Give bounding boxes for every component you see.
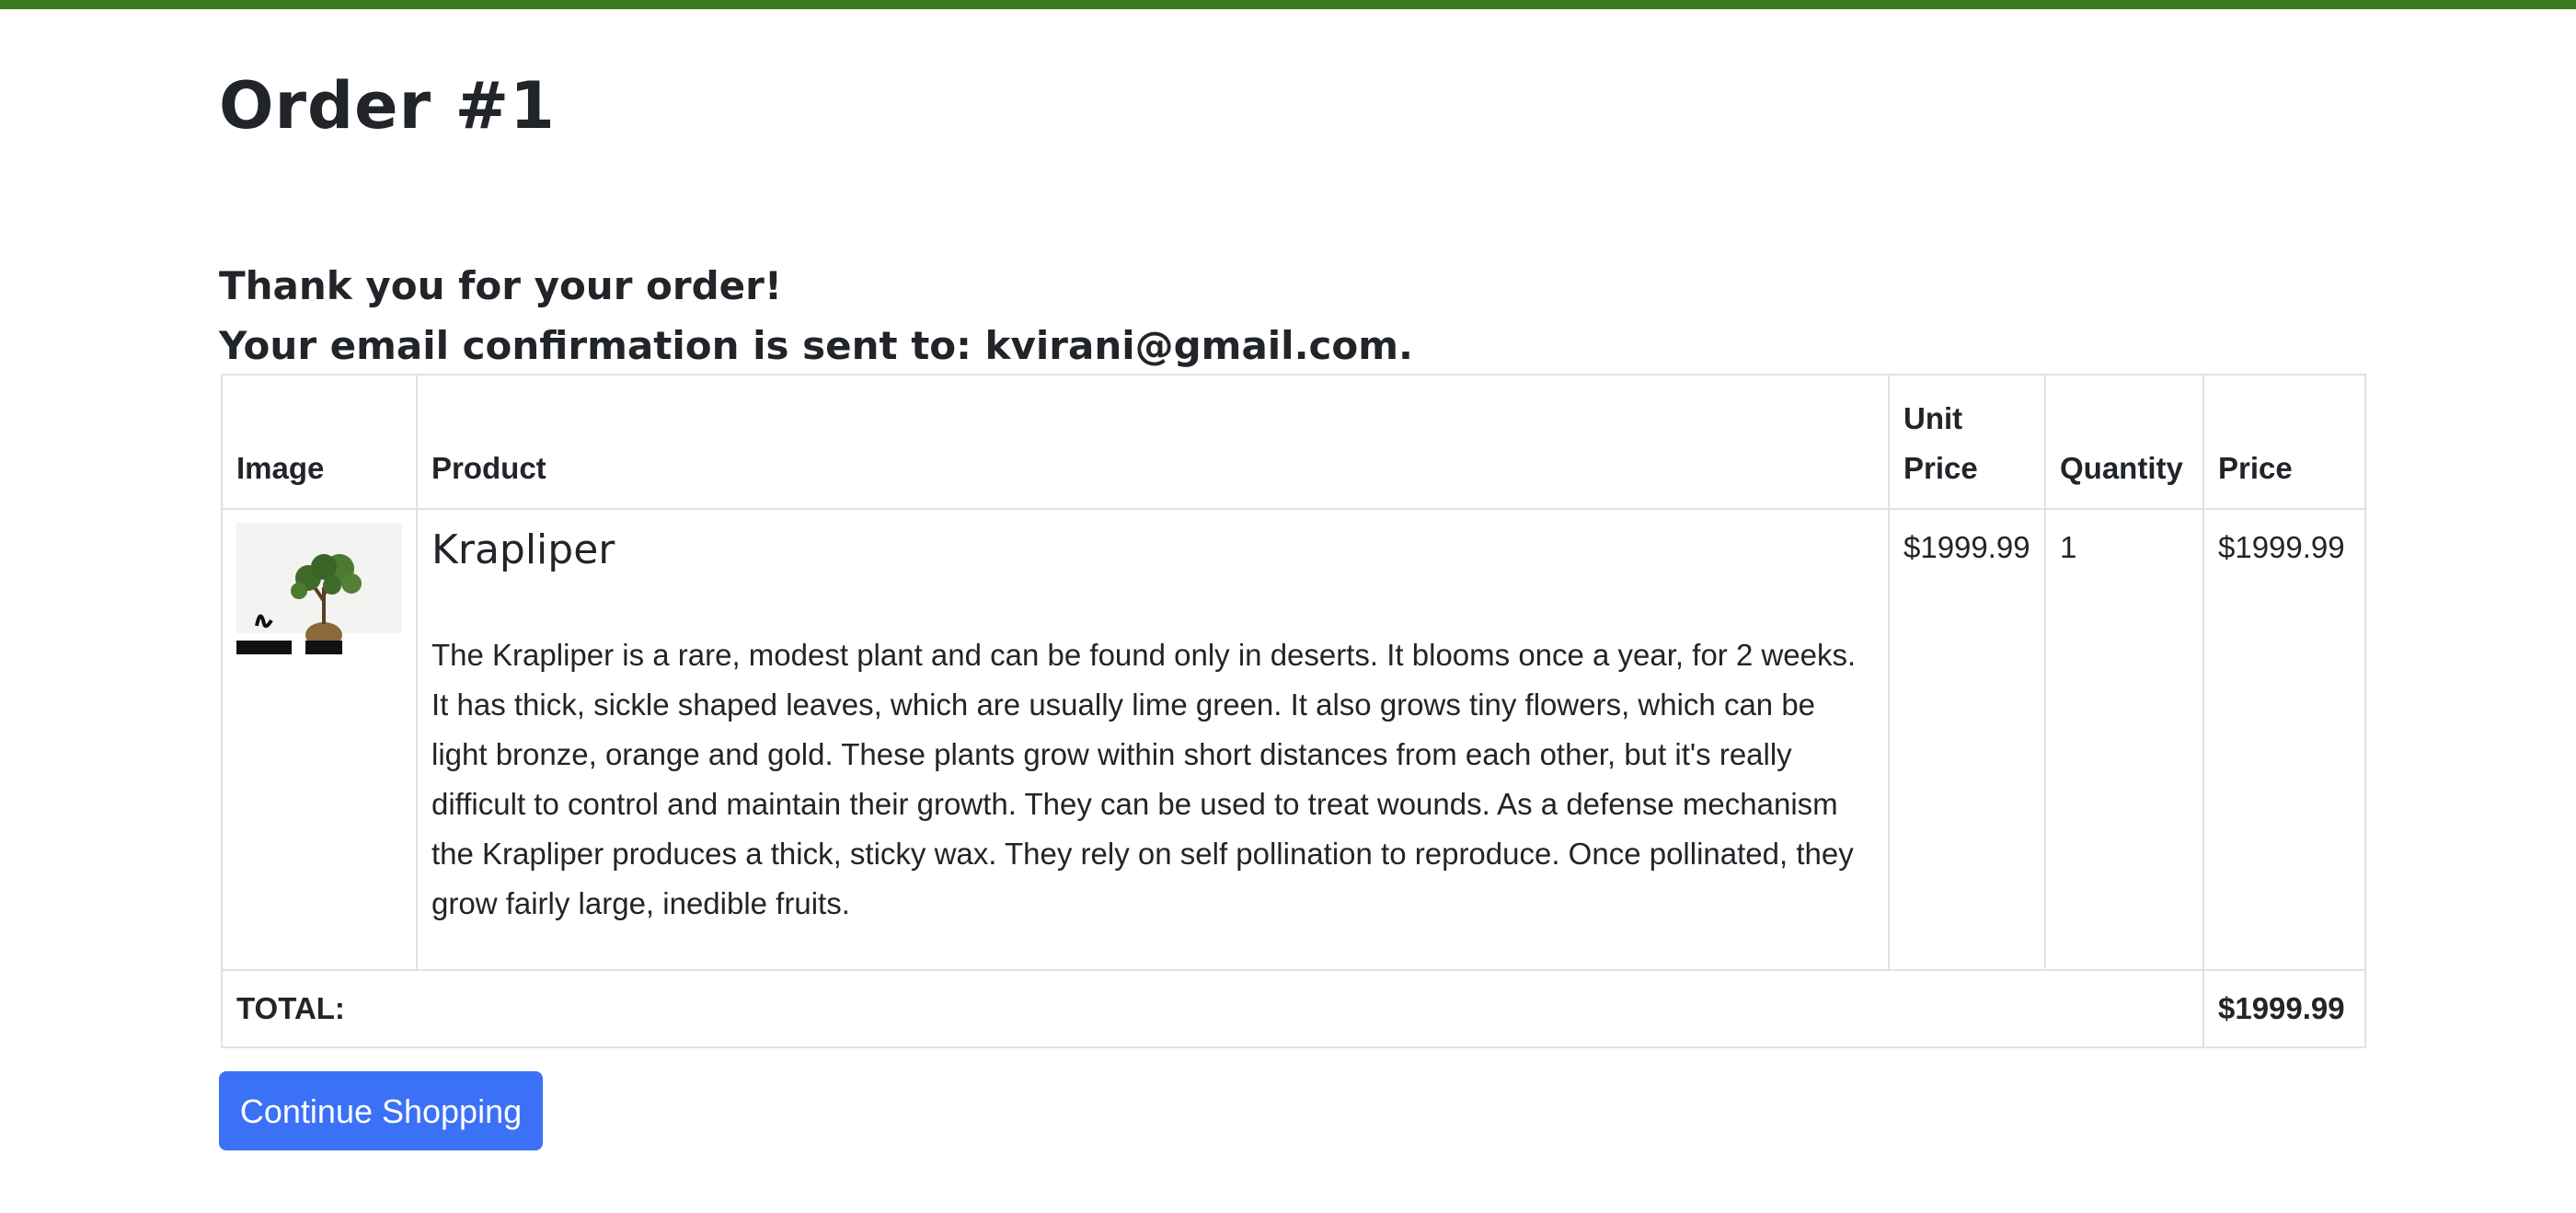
- header-product: Product: [416, 374, 1890, 510]
- confirmation-message: Thank you for your order! Your email con…: [219, 256, 1413, 375]
- total-label: TOTAL:: [221, 969, 2204, 1048]
- header-price: Price: [2202, 374, 2366, 510]
- unit-price-cell: $1999.99: [1888, 508, 2046, 971]
- product-name: Krapliper: [431, 526, 615, 573]
- page-title: Order #1: [219, 68, 556, 144]
- total-row: TOTAL: $1999.99: [221, 969, 2366, 1048]
- table-row: Krapliper The Krapliper is a rare, modes…: [221, 508, 2366, 971]
- top-accent-bar: [0, 0, 2576, 9]
- email-confirmation-text: Your email confirmation is sent to: kvir…: [219, 323, 1414, 368]
- continue-shopping-button[interactable]: Continue Shopping: [219, 1071, 543, 1150]
- thank-you-text: Thank you for your order!: [219, 263, 783, 308]
- table-header-row: Image Product Unit Price Quantity Price: [221, 374, 2366, 510]
- price-cell: $1999.99: [2202, 508, 2366, 971]
- header-quantity: Quantity: [2044, 374, 2204, 510]
- product-description: The Krapliper is a rare, modest plant an…: [431, 638, 1857, 920]
- plant-thumbnail: [236, 523, 402, 654]
- quantity-cell: 1: [2044, 508, 2204, 971]
- header-image: Image: [221, 374, 418, 510]
- product-cell: Krapliper The Krapliper is a rare, modes…: [416, 508, 1890, 971]
- total-value: $1999.99: [2202, 969, 2366, 1048]
- product-image-cell: [221, 508, 418, 971]
- order-items-table: Image Product Unit Price Quantity Price: [221, 374, 2366, 1048]
- header-unit-price: Unit Price: [1888, 374, 2046, 510]
